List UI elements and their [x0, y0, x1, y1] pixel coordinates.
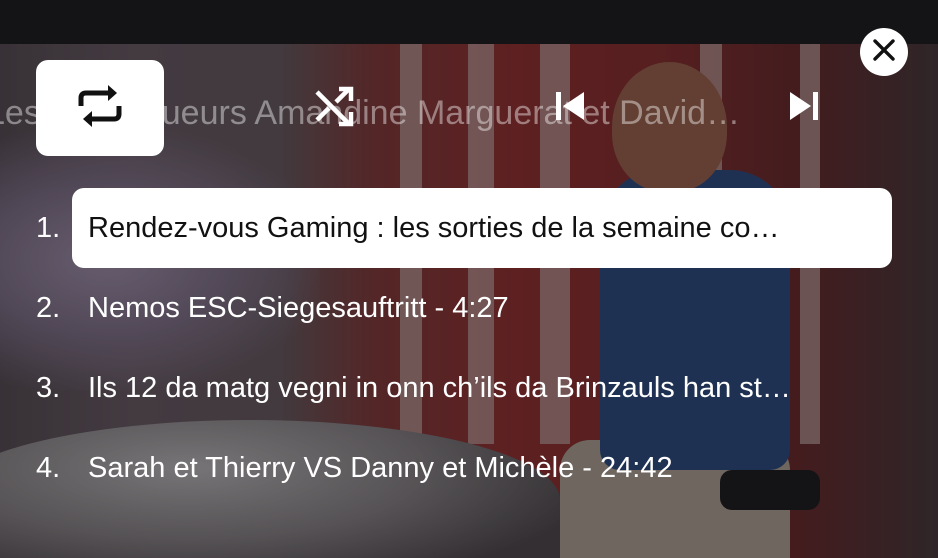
playlist-item-1[interactable]: 1. Rendez-vous Gaming : les sorties de l…	[0, 188, 938, 268]
track-number: 2.	[36, 292, 61, 324]
track-title: Ils 12 da matg vegni in onn ch’ils da Br…	[88, 372, 791, 404]
playlist-item-3[interactable]: 3. Ils 12 da matg vegni in onn ch’ils da…	[0, 348, 938, 428]
track-title: Sarah et Thierry VS Danny et Michèle - 2…	[88, 452, 673, 484]
skip-next-icon	[787, 89, 821, 128]
track-number: 1.	[36, 212, 61, 244]
track-number: 3.	[36, 372, 61, 404]
repeat-icon	[77, 82, 123, 135]
shuffle-icon	[312, 84, 356, 133]
playlist-item-2[interactable]: 2. Nemos ESC-Siegesauftritt - 4:27	[0, 268, 938, 348]
video-player-overlay: Les chroniqueurs Amandine Marguerat et D…	[0, 0, 938, 558]
track-number: 4.	[36, 452, 61, 484]
close-button[interactable]	[860, 28, 908, 76]
playlist-item-4[interactable]: 4. Sarah et Thierry VS Danny et Michèle …	[0, 428, 938, 508]
repeat-button[interactable]	[36, 60, 164, 156]
previous-button[interactable]	[540, 78, 600, 138]
next-button[interactable]	[774, 78, 834, 138]
skip-previous-icon	[553, 89, 587, 128]
shuffle-button[interactable]	[304, 78, 364, 138]
track-title: Nemos ESC-Siegesauftritt - 4:27	[88, 292, 509, 324]
track-title: Rendez-vous Gaming : les sorties de la s…	[88, 212, 780, 244]
close-icon	[871, 37, 897, 68]
